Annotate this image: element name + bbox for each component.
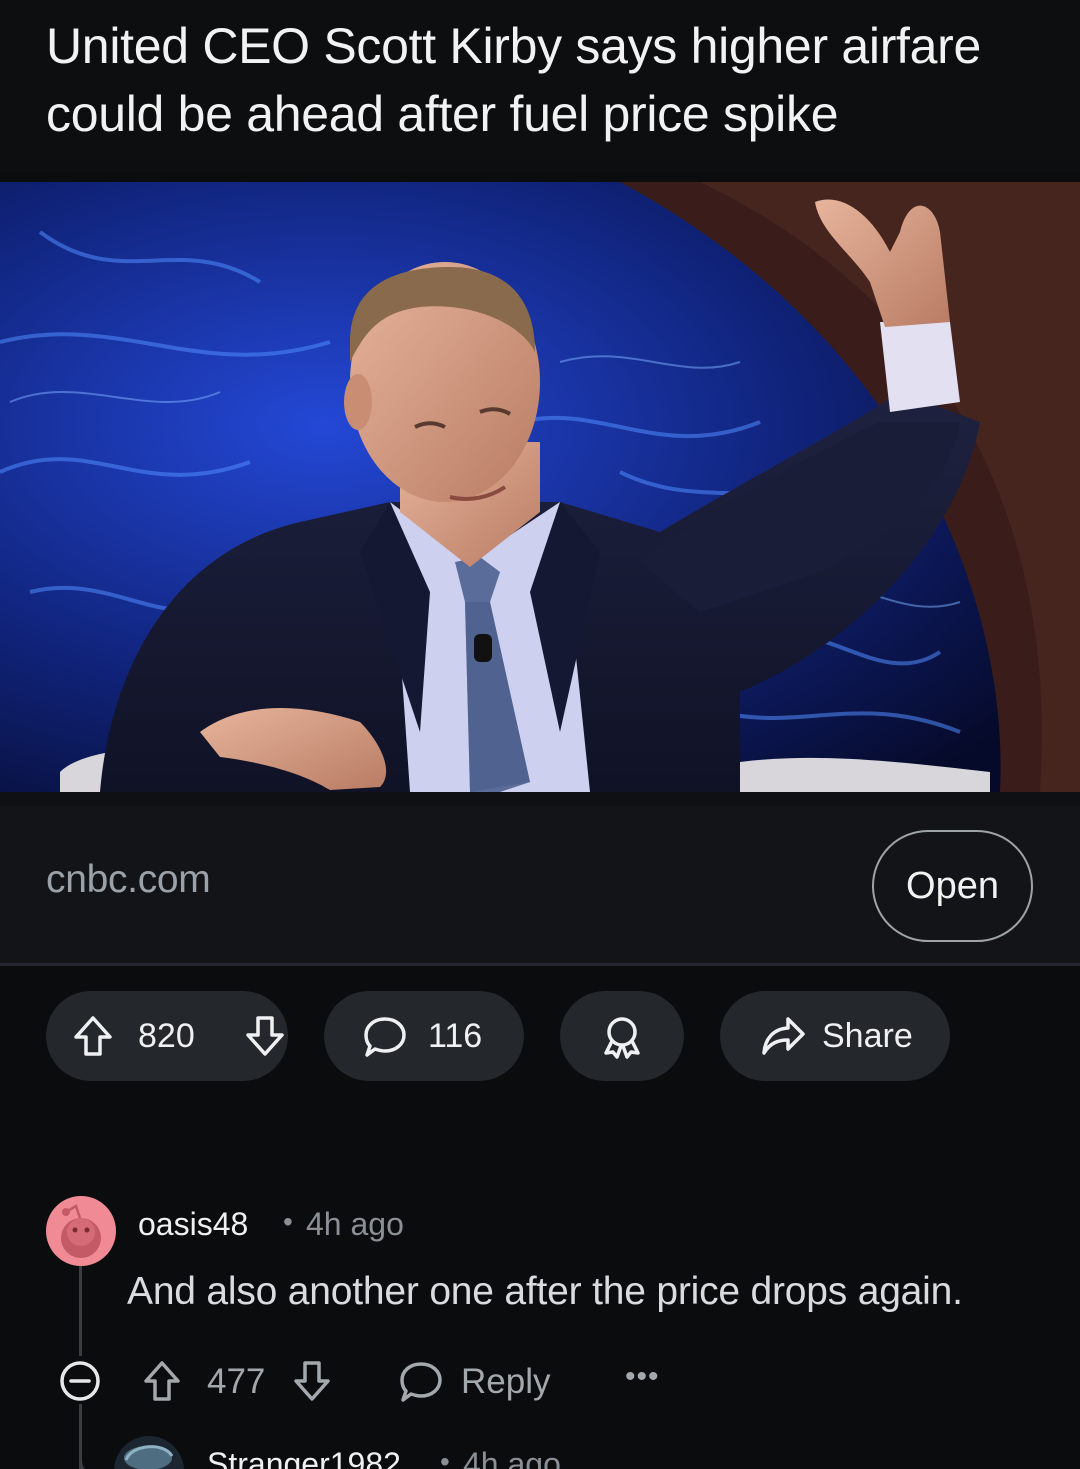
comment-body: And also another one after the price dro…	[127, 1270, 963, 1313]
share-arrow-icon	[760, 1015, 806, 1062]
reply-button[interactable]: Reply	[461, 1362, 550, 1402]
avatar[interactable]	[114, 1436, 184, 1469]
arrow-up-icon[interactable]	[140, 1359, 184, 1408]
post-vote-pill: 820	[46, 991, 288, 1081]
minus-circle-icon[interactable]	[58, 1359, 102, 1408]
comment-score: 477	[207, 1362, 266, 1401]
arrow-down-icon[interactable]	[290, 1359, 334, 1408]
arrow-up-icon[interactable]	[70, 1013, 116, 1064]
comment-time: 4h ago	[306, 1206, 404, 1242]
divider	[0, 963, 1080, 966]
share-button[interactable]: Share	[720, 991, 950, 1081]
post-score: 820	[138, 1017, 195, 1055]
award-button[interactable]	[560, 991, 684, 1081]
post-header: United CEO Scott Kirby says higher airfa…	[0, 0, 1080, 172]
speech-bubble-icon	[362, 1015, 408, 1064]
post-title: United CEO Scott Kirby says higher airfa…	[46, 18, 982, 142]
post-image[interactable]	[0, 172, 1080, 806]
comments-button[interactable]: 116	[324, 991, 524, 1081]
speech-bubble-icon[interactable]	[398, 1360, 444, 1409]
separator-dot: •	[283, 1206, 293, 1237]
comment-author[interactable]: oasis48	[138, 1206, 248, 1243]
comment-time: 4h ago	[463, 1446, 561, 1469]
arrow-down-icon[interactable]	[242, 1013, 288, 1064]
ellipsis-icon[interactable]: •••	[625, 1360, 660, 1394]
separator-dot: •	[440, 1446, 450, 1469]
news-photo	[0, 172, 1080, 806]
post-detail-page: United CEO Scott Kirby says higher airfa…	[0, 0, 1080, 1469]
thread-connector	[79, 1440, 119, 1469]
open-link-button[interactable]: Open	[872, 830, 1033, 942]
thread-line[interactable]	[79, 1266, 82, 1356]
avatar[interactable]	[46, 1196, 116, 1266]
share-label: Share	[822, 1017, 913, 1055]
comment-count: 116	[428, 1017, 483, 1055]
comment-author[interactable]: Stranger1982	[207, 1446, 401, 1469]
award-ribbon-icon	[600, 1015, 644, 1064]
link-domain[interactable]: cnbc.com	[46, 858, 211, 902]
